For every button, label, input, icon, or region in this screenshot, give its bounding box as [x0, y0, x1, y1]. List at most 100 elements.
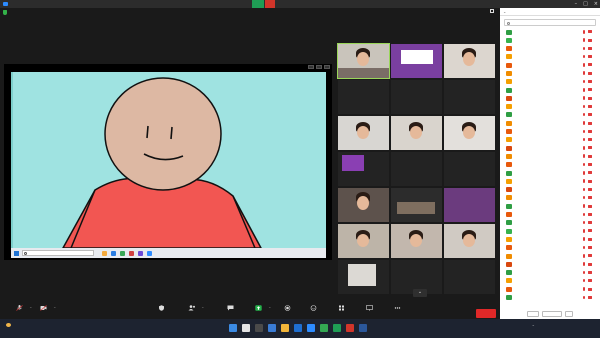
participant-row[interactable] — [500, 277, 600, 285]
task-view-icon[interactable] — [255, 324, 263, 332]
app-icon[interactable] — [138, 250, 143, 256]
participant-row[interactable] — [500, 61, 600, 69]
participant-row[interactable] — [500, 235, 600, 243]
zoom-icon[interactable] — [307, 324, 315, 332]
collapse-icon[interactable]: ⌄ — [503, 9, 506, 14]
powerpoint-icon[interactable] — [346, 324, 354, 332]
apps-button[interactable] — [326, 303, 356, 319]
store-icon[interactable] — [294, 324, 302, 332]
video-tile[interactable] — [444, 188, 495, 222]
participant-row[interactable] — [500, 227, 600, 235]
participant-row[interactable] — [500, 128, 600, 136]
participant-row[interactable] — [500, 269, 600, 277]
participant-search-input[interactable] — [504, 19, 596, 26]
folder-icon[interactable] — [281, 324, 289, 332]
video-tile[interactable] — [444, 260, 495, 294]
video-tile[interactable] — [444, 224, 495, 258]
participant-row[interactable] — [500, 86, 600, 94]
participant-row[interactable] — [500, 244, 600, 252]
shield-icon[interactable] — [3, 10, 7, 15]
reactions-button[interactable] — [298, 303, 328, 319]
search-icon[interactable] — [242, 324, 250, 332]
video-tile[interactable] — [338, 116, 389, 150]
participant-row[interactable] — [500, 202, 600, 210]
video-tile[interactable] — [391, 80, 442, 114]
video-tile[interactable] — [338, 188, 389, 222]
excel-icon[interactable] — [333, 324, 341, 332]
panel-more-button[interactable] — [565, 310, 573, 317]
leave-button[interactable] — [476, 309, 496, 318]
video-tile[interactable] — [338, 152, 389, 186]
start-video-button[interactable]: ^ — [28, 303, 58, 319]
gallery-next-page-button[interactable]: ⌄ — [413, 289, 427, 297]
video-tile[interactable] — [391, 44, 442, 78]
folder-icon[interactable] — [102, 250, 107, 256]
shared-minimize-icon[interactable] — [308, 65, 314, 69]
chat-button[interactable] — [215, 303, 245, 319]
participant-row[interactable] — [500, 103, 600, 111]
participant-row[interactable] — [500, 177, 600, 185]
participant-row[interactable] — [500, 211, 600, 219]
zoom-icon[interactable] — [147, 250, 152, 256]
video-tile[interactable] — [391, 152, 442, 186]
video-tile[interactable] — [338, 80, 389, 114]
chevron-up-icon[interactable]: ^ — [201, 306, 204, 310]
security-button[interactable] — [146, 303, 176, 319]
participant-row[interactable] — [500, 219, 600, 227]
shared-search-box[interactable] — [22, 250, 94, 256]
participant-row[interactable] — [500, 169, 600, 177]
participant-row[interactable] — [500, 111, 600, 119]
participant-row[interactable] — [500, 260, 600, 268]
video-tile[interactable] — [444, 152, 495, 186]
windows-start-icon[interactable] — [229, 324, 237, 332]
participant-row[interactable] — [500, 136, 600, 144]
view-button[interactable] — [490, 9, 496, 13]
participant-row[interactable] — [500, 45, 600, 53]
participant-row[interactable] — [500, 285, 600, 293]
invite-button[interactable] — [527, 310, 539, 317]
participant-row[interactable] — [500, 186, 600, 194]
participant-row[interactable] — [500, 78, 600, 86]
participant-row[interactable] — [500, 144, 600, 152]
start-icon[interactable] — [14, 250, 19, 256]
close-icon[interactable]: × — [594, 1, 598, 7]
participant-row[interactable] — [500, 28, 600, 36]
participant-row[interactable] — [500, 252, 600, 260]
shared-screen[interactable] — [4, 64, 332, 260]
browser-icon[interactable] — [111, 250, 116, 256]
share-screen-button[interactable]: ^ — [243, 303, 273, 319]
participant-row[interactable] — [500, 294, 600, 302]
shared-maximize-icon[interactable] — [316, 65, 322, 69]
participant-row[interactable] — [500, 53, 600, 61]
participant-row[interactable] — [500, 119, 600, 127]
video-tile[interactable] — [338, 224, 389, 258]
video-tile[interactable] — [337, 43, 390, 79]
participant-row[interactable] — [500, 69, 600, 77]
minimize-icon[interactable]: – — [575, 1, 578, 7]
chrome-icon[interactable] — [320, 324, 328, 332]
video-tile[interactable] — [391, 116, 442, 150]
video-tile[interactable] — [391, 188, 442, 222]
more-button[interactable] — [382, 303, 412, 319]
mute-all-button[interactable] — [542, 310, 562, 317]
stop-share-button[interactable] — [265, 0, 275, 8]
whiteboard-button[interactable] — [354, 303, 384, 319]
chrome-icon[interactable] — [120, 250, 125, 256]
video-tile[interactable] — [338, 260, 389, 294]
participant-row[interactable] — [500, 194, 600, 202]
shared-close-icon[interactable] — [324, 65, 330, 69]
tray-up-icon[interactable]: ^ — [532, 324, 535, 328]
video-tile[interactable] — [444, 116, 495, 150]
video-tile[interactable] — [444, 44, 495, 78]
edge-icon[interactable] — [268, 324, 276, 332]
video-tile[interactable] — [444, 80, 495, 114]
chevron-up-icon[interactable]: ^ — [53, 306, 56, 310]
participant-row[interactable] — [500, 36, 600, 44]
participant-row[interactable] — [500, 152, 600, 160]
participant-row[interactable] — [500, 94, 600, 102]
participants-button[interactable]: ^ — [176, 303, 206, 319]
video-tile[interactable] — [391, 224, 442, 258]
word-icon[interactable] — [359, 324, 367, 332]
participant-row[interactable] — [500, 161, 600, 169]
maximize-icon[interactable]: □ — [583, 1, 588, 7]
